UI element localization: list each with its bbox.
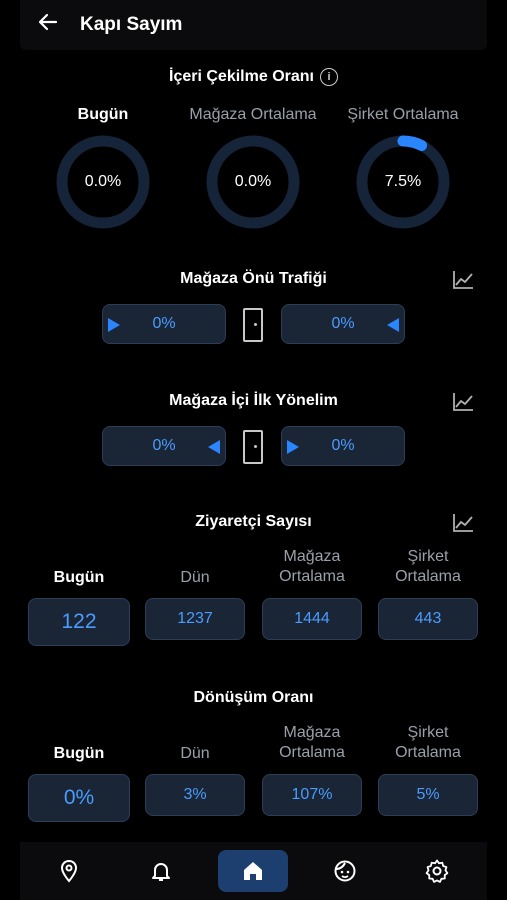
conversion-value-yesterday: 3% (145, 774, 245, 816)
traffic-right-pill: 0% (281, 304, 405, 344)
conversion-label-today: Bugün (53, 745, 105, 762)
conversion-value-today: 0% (28, 774, 130, 822)
pull-in-rate-title-text: İçeri Çekilme Oranı (169, 68, 314, 85)
arrow-left-icon[interactable] (38, 12, 58, 38)
face-icon (334, 860, 356, 882)
ring-value-company-average: 7.5% (384, 173, 422, 190)
line-chart-icon[interactable] (452, 270, 474, 290)
conversion-label-store-average: Mağaza Ortalama (279, 724, 345, 761)
direction-left-pill: 0% (102, 426, 226, 466)
ring-value-today: 0.0% (84, 173, 122, 190)
visitor-count-title: Ziyaretçi Sayısı (195, 513, 312, 530)
traffic-right-value: 0% (331, 315, 355, 332)
conversion-rate-title: Dönüşüm Oranı (193, 689, 314, 706)
conversion-value-store-average: 107% (262, 774, 362, 816)
traffic-left-pill: 0% (102, 304, 226, 344)
direction-right-value: 0% (331, 437, 355, 454)
info-icon[interactable]: i (319, 68, 338, 86)
visitor-value-yesterday: 1237 (145, 598, 245, 640)
nav-settings[interactable] (402, 850, 472, 892)
gear-icon (425, 859, 449, 883)
arrow-left-icon (208, 440, 220, 454)
nav-face[interactable] (310, 850, 380, 892)
door-icon (243, 430, 263, 464)
visitor-value-store-average: 1444 (262, 598, 362, 640)
nav-location[interactable] (34, 850, 104, 892)
traffic-left-value: 0% (152, 315, 176, 332)
store-front-traffic-title: Mağaza Önü Trafiği (180, 270, 327, 287)
nav-home[interactable] (218, 850, 288, 892)
visitor-label-company-average: Şirket Ortalama (395, 548, 461, 585)
ring-label-store-average: Mağaza Ortalama (189, 106, 317, 123)
arrow-left-icon (387, 318, 399, 332)
page-title: Kapı Sayım (80, 14, 183, 35)
pull-in-rate-title: İçeri Çekilme Oranı i (0, 68, 507, 86)
direction-right-pill: 0% (281, 426, 405, 466)
visitor-value-today: 122 (28, 598, 130, 646)
location-pin-icon (60, 859, 78, 883)
visitor-label-yesterday: Dün (180, 569, 210, 586)
bell-icon (152, 863, 170, 881)
top-app-bar: Kapı Sayım (20, 0, 487, 50)
visitor-value-company-average: 443 (378, 598, 478, 640)
conversion-label-company-average: Şirket Ortalama (395, 724, 461, 761)
visitor-label-today: Bugün (53, 569, 105, 586)
ring-label-today: Bugün (77, 106, 129, 123)
nav-notifications[interactable] (126, 850, 196, 892)
visitor-label-store-average: Mağaza Ortalama (279, 548, 345, 585)
line-chart-icon[interactable] (452, 392, 474, 412)
conversion-value-company-average: 5% (378, 774, 478, 816)
door-icon (243, 308, 263, 342)
ring-label-company-average: Şirket Ortalama (347, 106, 459, 123)
ring-value-store-average: 0.0% (234, 173, 272, 190)
conversion-label-yesterday: Dün (180, 745, 210, 762)
first-direction-title: Mağaza İçi İlk Yönelim (169, 392, 338, 409)
home-icon (244, 862, 262, 880)
line-chart-icon[interactable] (452, 513, 474, 533)
direction-left-value: 0% (152, 437, 176, 454)
bottom-nav (20, 842, 487, 900)
